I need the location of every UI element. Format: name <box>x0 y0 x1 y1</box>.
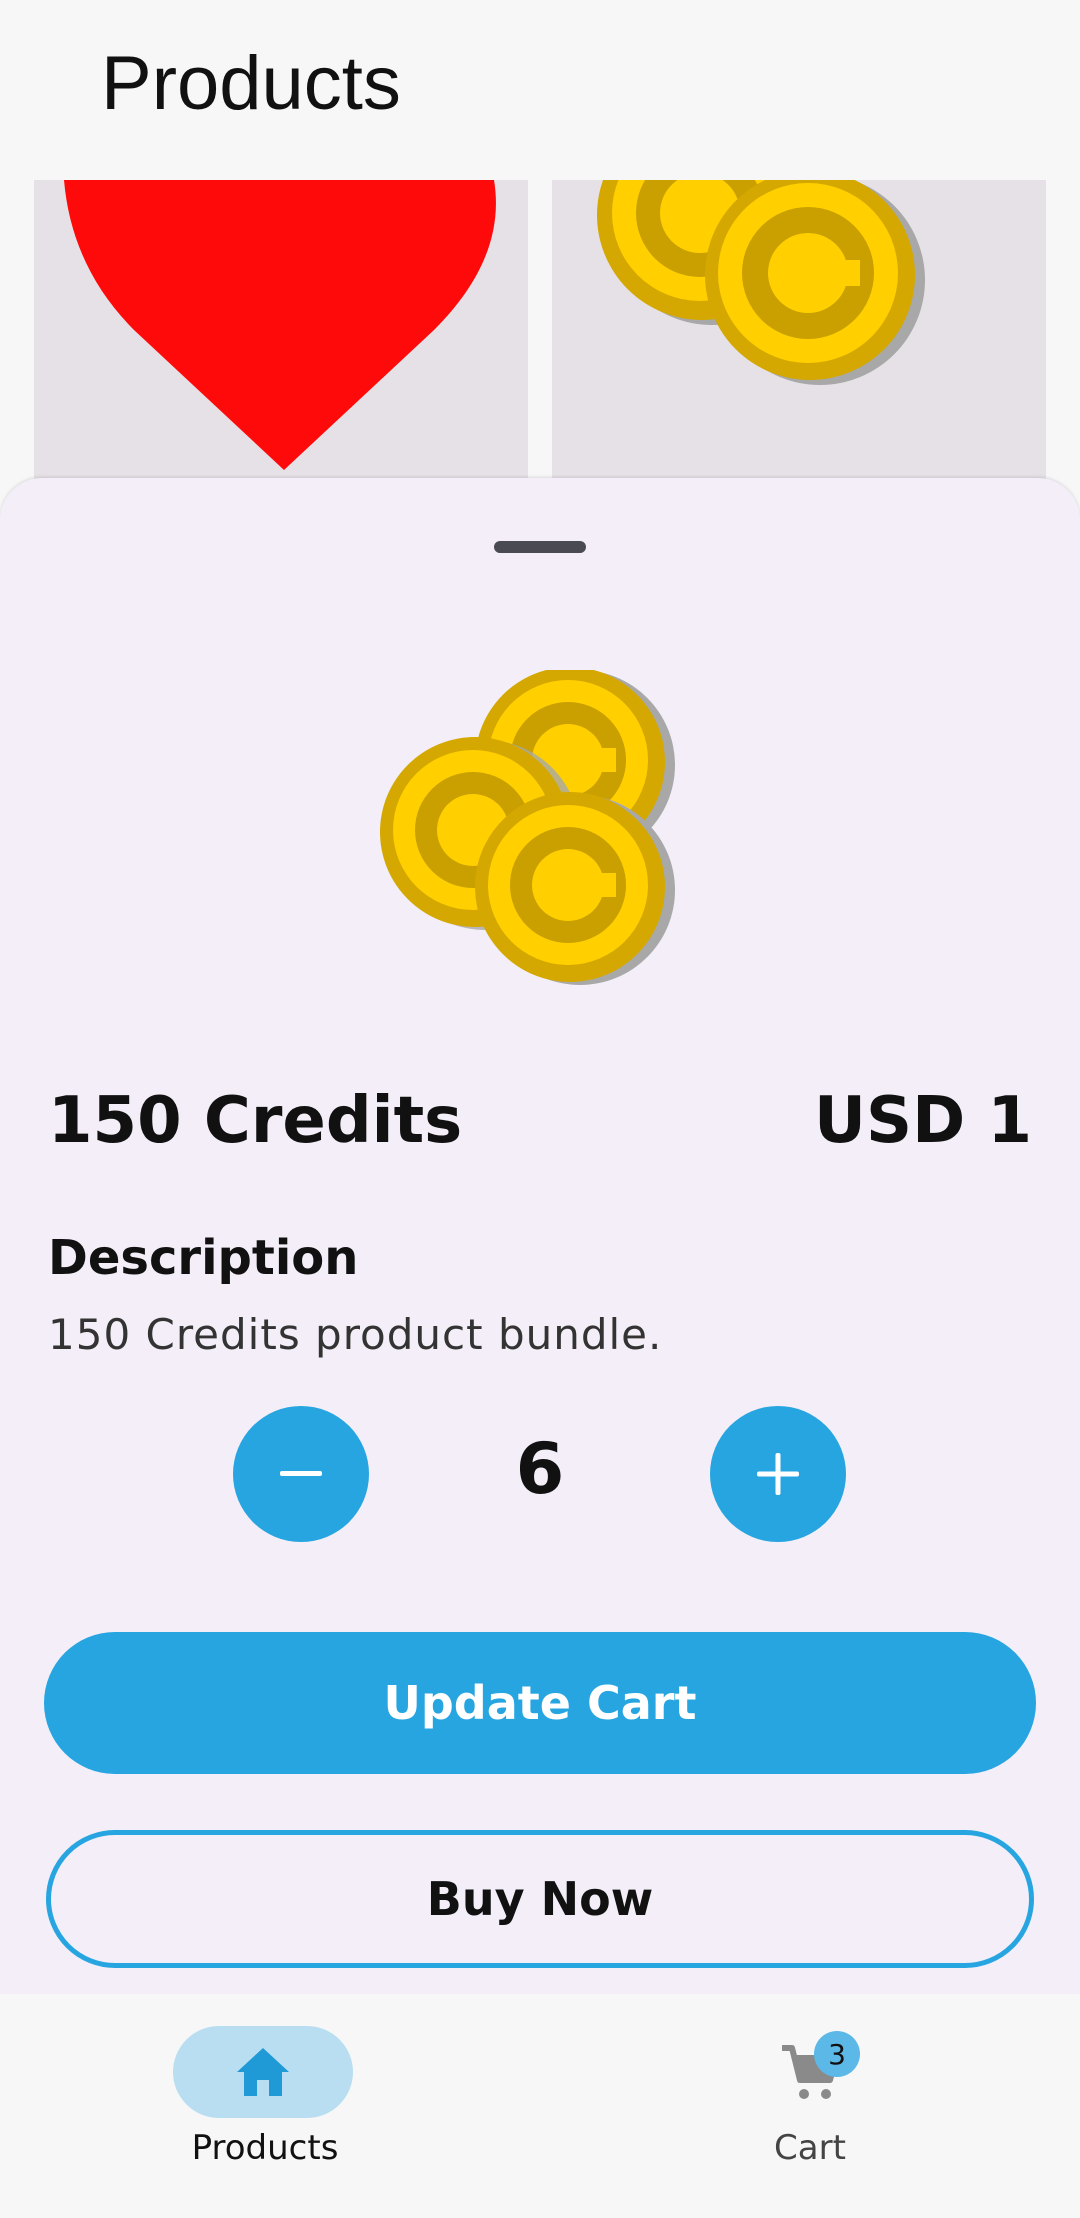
nav-label-products: Products <box>191 2128 339 2168</box>
coins-icon <box>380 670 675 985</box>
cart-badge: 3 <box>814 2031 860 2077</box>
drag-handle[interactable] <box>494 541 586 553</box>
nav-item-products[interactable]: Products <box>140 1994 390 2218</box>
nav-item-cart[interactable]: 3 Cart <box>690 1994 940 2218</box>
increase-quantity-button[interactable] <box>710 1406 846 1542</box>
home-icon <box>237 2048 289 2096</box>
coins-icon <box>597 180 925 385</box>
product-price: USD 1 <box>814 1084 1032 1158</box>
app-bar: Products <box>0 0 1080 180</box>
nav-selected-indicator <box>173 2026 353 2118</box>
decrease-quantity-button[interactable] <box>233 1406 369 1542</box>
nav-label-cart: Cart <box>774 2128 846 2168</box>
product-tile-heart[interactable] <box>34 180 528 480</box>
buy-now-button[interactable]: Buy Now <box>46 1830 1034 1968</box>
product-detail-sheet: 150 Credits USD 1 Description 150 Credit… <box>0 478 1080 1994</box>
quantity-value: 6 <box>515 1428 565 1510</box>
description-heading: Description <box>48 1230 359 1286</box>
product-tile-coins[interactable] <box>552 180 1046 480</box>
product-name: 150 Credits <box>48 1084 463 1158</box>
update-cart-button[interactable]: Update Cart <box>44 1632 1036 1774</box>
page-title: Products <box>101 41 401 126</box>
bottom-navigation: Products 3 Cart <box>0 1994 1080 2218</box>
heart-icon <box>64 180 496 470</box>
description-text: 150 Credits product bundle. <box>48 1310 663 1359</box>
minus-icon <box>280 1471 322 1476</box>
plus-icon <box>757 1453 799 1495</box>
